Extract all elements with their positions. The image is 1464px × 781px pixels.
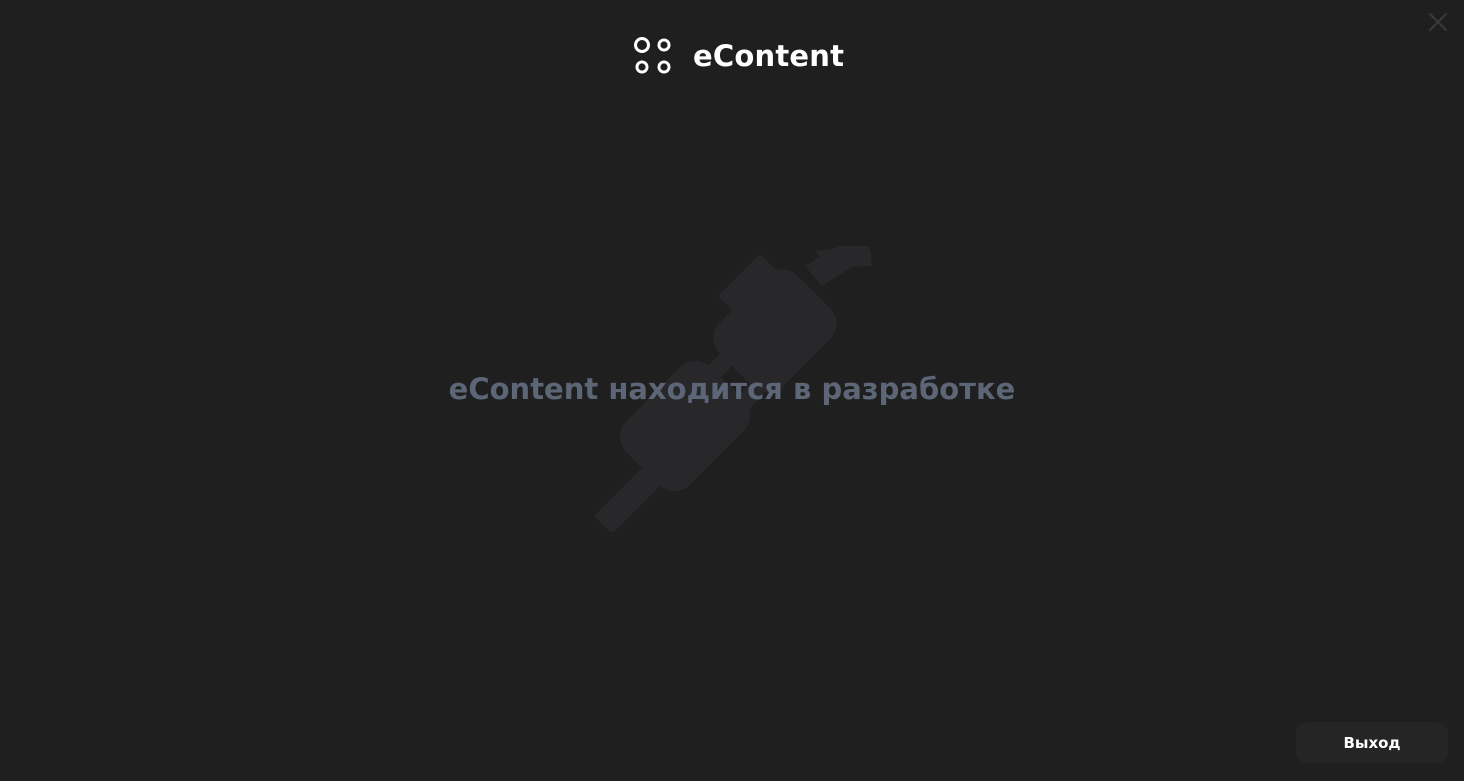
exit-button[interactable]: Выход: [1296, 722, 1448, 763]
close-icon[interactable]: [1428, 12, 1448, 32]
development-message: eContent находится в разработке: [448, 372, 1016, 406]
app-screen: eContent eContent находится в разработке…: [0, 0, 1464, 781]
brand-name: eContent: [693, 39, 845, 73]
brand-header: eContent: [633, 36, 844, 76]
econtent-logo-icon: [634, 37, 671, 74]
